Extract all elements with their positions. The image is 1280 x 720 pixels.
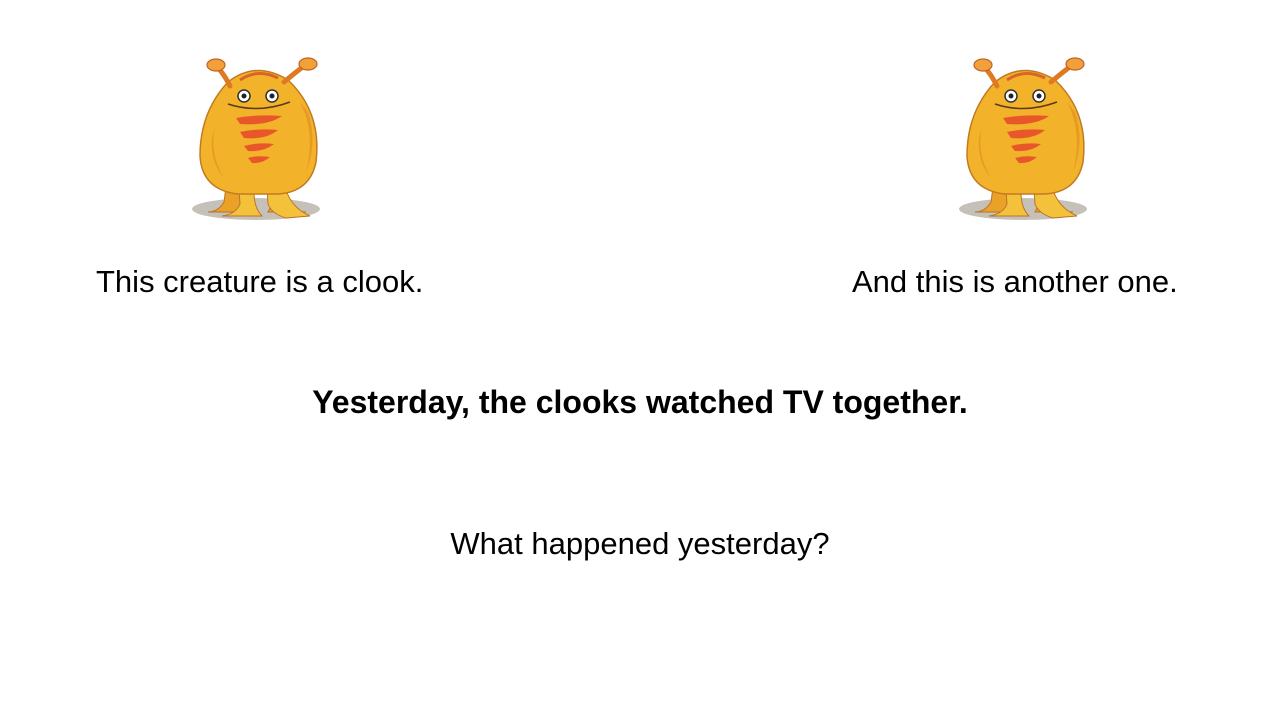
clook-creature-icon (955, 52, 1095, 224)
slide: This creature is a clook. And this is an… (0, 0, 1280, 720)
right-caption: And this is another one. (852, 264, 1178, 299)
left-caption: This creature is a clook. (96, 264, 424, 299)
statement-text: Yesterday, the clooks watched TV togethe… (312, 384, 968, 420)
clook-creature-icon (188, 52, 328, 224)
question-text: What happened yesterday? (450, 526, 830, 561)
